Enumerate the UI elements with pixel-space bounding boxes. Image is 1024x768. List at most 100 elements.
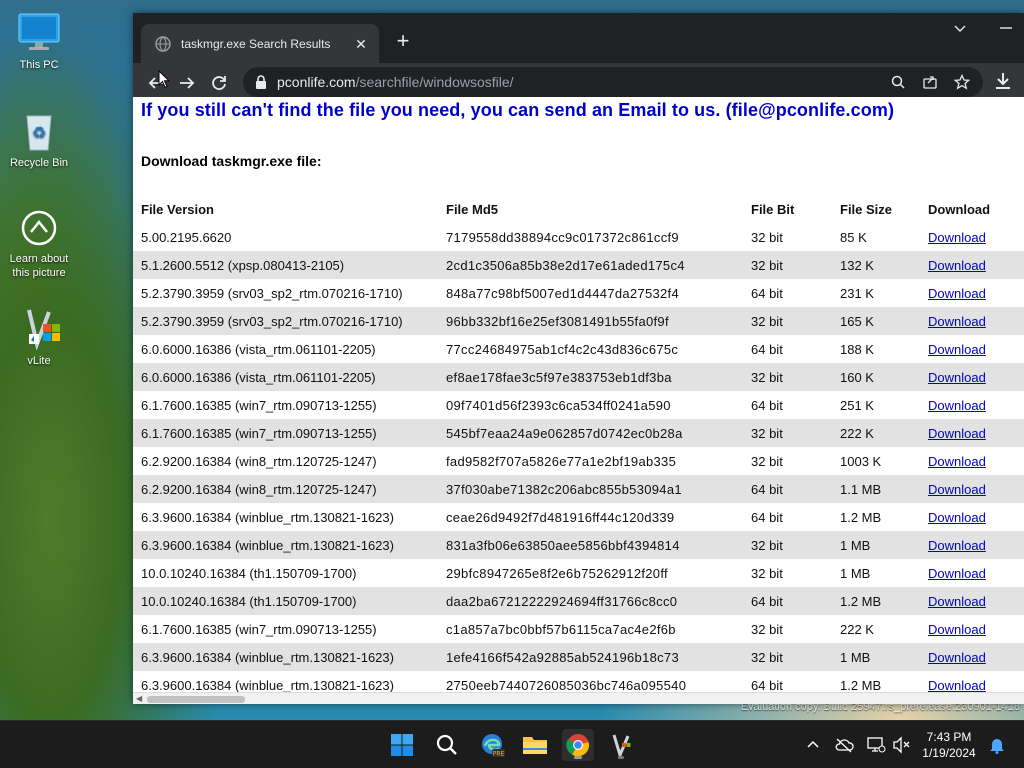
file-version: 6.3.9600.16384 (winblue_rtm.130821-1623) xyxy=(141,509,394,525)
desktop-icon-label: This PC xyxy=(19,59,59,71)
file-md5: ceae26d9492f7d481916ff44c120d339 xyxy=(446,509,675,525)
downloads-button[interactable] xyxy=(993,71,1013,96)
share-icon[interactable] xyxy=(919,71,941,93)
download-link[interactable]: Download xyxy=(928,510,986,525)
file-version: 6.1.7600.16385 (win7_rtm.090713-1255) xyxy=(141,397,377,413)
table-row: 6.3.9600.16384 (winblue_rtm.130821-1623)… xyxy=(133,531,1024,559)
table-row: 6.1.7600.16385 (win7_rtm.090713-1255) 09… xyxy=(133,391,1024,419)
page-content: If you still can't find the file you nee… xyxy=(133,97,1024,704)
col-header-md5: File Md5 xyxy=(446,201,499,217)
tray-onedrive[interactable] xyxy=(834,735,854,755)
taskbar-edge-beta[interactable]: PRE xyxy=(476,729,508,761)
tab-strip: taskmgr.exe Search Results ✕ + xyxy=(133,13,1024,63)
arrow-right-icon xyxy=(180,77,195,89)
desktop-icon-vlite[interactable]: vLite xyxy=(1,306,77,368)
table-row: 5.00.2195.6620 7179558dd38894cc9c017372c… xyxy=(133,223,1024,251)
download-link[interactable]: Download xyxy=(928,370,986,385)
scrollbar-thumb[interactable] xyxy=(147,696,245,703)
zoom-search-icon[interactable] xyxy=(887,71,909,93)
desktop-icon-learn-picture[interactable]: Learn about this picture xyxy=(1,208,77,280)
file-version: 5.2.3790.3959 (srv03_sp2_rtm.070216-1710… xyxy=(141,285,403,301)
taskbar-file-explorer[interactable] xyxy=(519,729,551,761)
download-link[interactable]: Download xyxy=(928,622,986,637)
download-link[interactable]: Download xyxy=(928,538,986,553)
download-link[interactable]: Download xyxy=(928,314,986,329)
file-md5: 09f7401d56f2393c6ca534ff0241a590 xyxy=(446,397,671,413)
new-tab-button[interactable]: + xyxy=(391,30,415,54)
running-app-indicator xyxy=(618,756,624,759)
table-row: 6.0.6000.16386 (vista_rtm.061101-2205) 7… xyxy=(133,335,1024,363)
tab-search-dropdown-icon[interactable] xyxy=(953,21,967,38)
file-size: 251 K xyxy=(840,397,874,413)
system-clock[interactable]: 7:43 PM 1/19/2024 xyxy=(918,729,980,761)
reload-button[interactable] xyxy=(205,69,233,97)
file-size: 165 K xyxy=(832,307,920,335)
table-row: 6.3.9600.16384 (winblue_rtm.130821-1623)… xyxy=(133,643,1024,671)
start-button[interactable] xyxy=(386,729,418,761)
col-header-download: Download xyxy=(928,201,991,217)
recycle-bin-icon: ♻ xyxy=(26,115,52,151)
monitor-icon xyxy=(18,13,60,50)
file-version: 10.0.10240.16384 (th1.150709-1700) xyxy=(133,587,438,615)
vlite-app-icon xyxy=(27,309,60,350)
file-md5: 848a77c98bf5007ed1d4447da27532f4 xyxy=(446,285,679,301)
clock-time: 7:43 PM xyxy=(926,730,972,744)
file-bit: 64 bit xyxy=(751,285,783,301)
url-host: pconlife.com xyxy=(277,74,356,90)
tray-overflow-button[interactable] xyxy=(803,735,823,755)
download-link[interactable]: Download xyxy=(928,566,986,581)
file-explorer-icon xyxy=(523,737,547,754)
download-link[interactable]: Download xyxy=(928,482,986,497)
file-size: 1 MB xyxy=(840,565,871,581)
download-link[interactable]: Download xyxy=(928,342,986,357)
network-icon xyxy=(867,737,886,753)
reload-icon xyxy=(212,76,226,90)
download-link[interactable]: Download xyxy=(928,426,986,441)
download-link[interactable]: Download xyxy=(928,258,986,273)
start-icon xyxy=(391,734,413,756)
download-link[interactable]: Download xyxy=(928,650,986,665)
file-version: 5.00.2195.6620 xyxy=(141,229,232,245)
lock-icon[interactable] xyxy=(255,75,267,89)
file-version: 6.1.7600.16385 (win7_rtm.090713-1255) xyxy=(141,621,377,637)
file-size: 188 K xyxy=(840,341,874,357)
bookmark-star-icon[interactable] xyxy=(951,71,973,93)
download-link[interactable]: Download xyxy=(928,594,986,609)
file-size: 132 K xyxy=(832,251,920,279)
col-header-size: File Size xyxy=(840,201,893,217)
table-row: 6.2.9200.16384 (win8_rtm.120725-1247) fa… xyxy=(133,447,1024,475)
scroll-left-arrow-icon[interactable]: ◀ xyxy=(136,694,142,703)
download-link[interactable]: Download xyxy=(928,230,986,245)
taskbar-vlite[interactable] xyxy=(605,729,637,761)
address-bar[interactable]: pconlife.com/searchfile/windowsosfile/ xyxy=(243,67,983,97)
notifications-button[interactable] xyxy=(987,735,1007,755)
file-bit: 32 bit xyxy=(751,565,783,581)
table-row: 6.1.7600.16385 (win7_rtm.090713-1255) c1… xyxy=(133,615,1024,643)
file-size: 231 K xyxy=(840,285,874,301)
file-md5: 2cd1c3506a85b38e2d17e61aded175c4 xyxy=(438,251,743,279)
file-md5: 7179558dd38894cc9c017372c861ccf9 xyxy=(446,229,679,245)
tab-close-icon[interactable]: ✕ xyxy=(353,36,369,52)
horizontal-scrollbar[interactable]: ◀ xyxy=(133,692,1024,704)
file-version: 6.2.9200.16384 (win8_rtm.120725-1247) xyxy=(133,475,438,503)
file-bit: 32 bit xyxy=(743,307,832,335)
file-bit: 32 bit xyxy=(743,419,832,447)
url-path: /searchfile/windowsosfile/ xyxy=(355,74,514,90)
tray-network[interactable] xyxy=(866,735,886,755)
download-link[interactable]: Download xyxy=(928,286,986,301)
desktop-icon-recycle-bin[interactable]: ♻ Recycle Bin xyxy=(1,108,77,170)
file-md5: 545bf7eaa24a9e062857d0742ec0b28a xyxy=(438,419,743,447)
desktop-icon-this-pc[interactable]: This PC xyxy=(1,10,77,72)
download-link[interactable]: Download xyxy=(928,454,986,469)
forward-button[interactable] xyxy=(173,69,201,97)
taskbar-search-button[interactable] xyxy=(431,729,463,761)
search-icon xyxy=(436,734,457,755)
svg-text:PRE: PRE xyxy=(493,751,505,758)
download-link[interactable]: Download xyxy=(928,678,986,693)
tab-title: taskmgr.exe Search Results xyxy=(181,36,331,51)
download-link[interactable]: Download xyxy=(928,398,986,413)
taskbar-chrome[interactable] xyxy=(562,729,594,761)
tray-volume[interactable] xyxy=(892,735,912,755)
minimize-button[interactable] xyxy=(999,21,1013,38)
tab-active[interactable]: taskmgr.exe Search Results ✕ xyxy=(141,24,379,63)
